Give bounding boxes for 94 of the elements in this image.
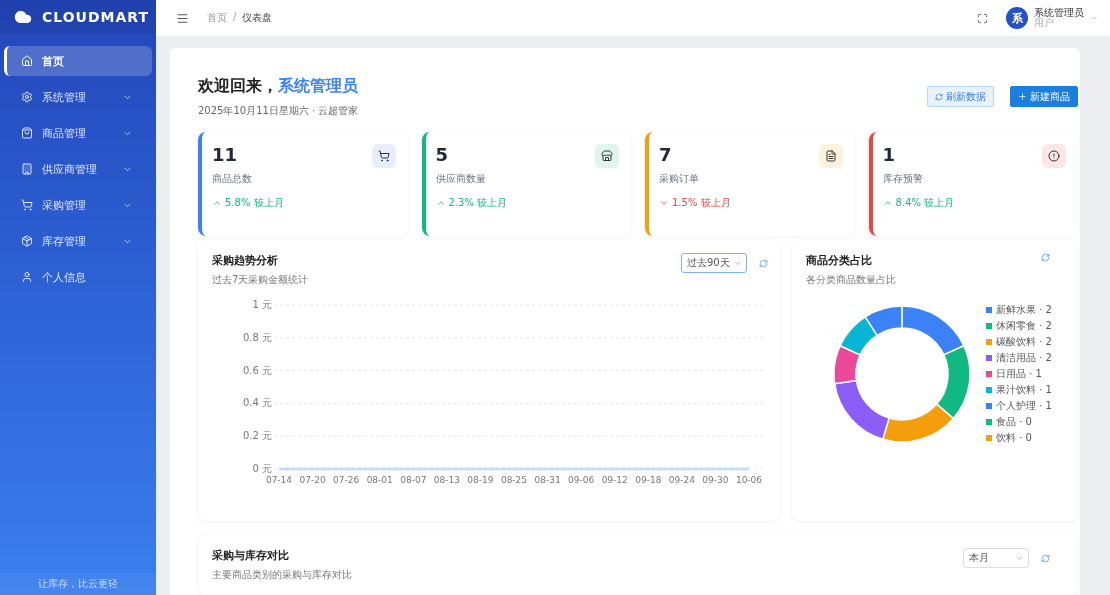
axis-label: 0.2 元 xyxy=(242,430,272,442)
user-avatar[interactable]: 系 xyxy=(1006,7,1028,29)
axis-label: 09-18 xyxy=(635,475,662,485)
axis-label: 0.8 元 xyxy=(242,331,272,343)
trend-text: 8.4% 较上月 xyxy=(895,196,955,210)
cart-icon xyxy=(21,199,33,211)
legend-label: 果汁饮料 · 1 xyxy=(996,383,1052,397)
brand-name: CLOUDMART xyxy=(42,9,150,25)
sidebar-item[interactable]: 采购管理 xyxy=(4,190,152,220)
home-icon xyxy=(21,55,33,67)
sidebar-item[interactable]: 首页 xyxy=(4,46,152,76)
bag-icon xyxy=(21,127,33,139)
chevron-icon[interactable] xyxy=(1090,14,1098,22)
date-text: 2025年10月11日星期六 · 云超管家 xyxy=(198,104,359,118)
axis-label: 08-25 xyxy=(500,475,528,485)
legend-label: 休闲零食 · 2 xyxy=(996,319,1052,333)
legend-label: 食品 · 0 xyxy=(996,415,1032,429)
stat-label: 库存预警 xyxy=(882,172,923,186)
axis-label: 09-12 xyxy=(601,475,628,485)
axis-label: 07-20 xyxy=(299,475,326,485)
card-subtitle: 各分类商品数量占比 xyxy=(806,273,896,287)
refresh-icon[interactable] xyxy=(759,258,768,268)
axis-label: 09-30 xyxy=(702,475,729,485)
legend-label: 日用品 · 1 xyxy=(996,367,1042,381)
menu-icon[interactable] xyxy=(176,11,189,25)
legend-label: 清洁用品 · 2 xyxy=(996,351,1052,365)
plus-icon xyxy=(1018,92,1027,101)
legend-label: 新鲜水果 · 2 xyxy=(996,303,1052,317)
document-icon xyxy=(818,144,843,168)
user-role: 用户 xyxy=(1034,18,1054,29)
breadcrumb-item[interactable]: 仪表盘 xyxy=(242,11,273,25)
range-select[interactable]: 过去90天 xyxy=(681,253,747,273)
stat-label: 供应商数量 xyxy=(435,172,486,186)
axis-label: 10-06 xyxy=(735,475,763,485)
up-chevron-icon xyxy=(435,198,446,208)
axis-label: 09-24 xyxy=(668,475,695,485)
down-chevron-icon xyxy=(659,198,669,208)
sidebar-item[interactable]: 个人信息 xyxy=(4,262,152,292)
trend-text: 2.3% 较上月 xyxy=(448,196,508,210)
card-subtitle: 主要商品类别的采购与库存对比 xyxy=(212,568,352,582)
refresh-button[interactable]: 刷新数据 xyxy=(927,86,994,107)
axis-label: 0 元 xyxy=(252,463,272,474)
sidebar-slogan: 让库存，比云更轻 xyxy=(0,573,156,595)
new-product-button[interactable]: 新建商品 xyxy=(1010,86,1078,107)
axis-label: 0.6 元 xyxy=(242,364,272,376)
stat-value: 7 xyxy=(659,144,672,165)
up-chevron-icon xyxy=(882,198,893,208)
axis-label: 07-14 xyxy=(265,475,293,485)
stat-value: 11 xyxy=(212,144,238,165)
stat-label: 商品总数 xyxy=(212,172,252,186)
card-title: 采购与库存对比 xyxy=(212,548,290,563)
sidebar-item[interactable]: 商品管理 xyxy=(4,118,152,148)
axis-label: 08-31 xyxy=(534,475,561,485)
fullscreen-icon[interactable] xyxy=(977,12,988,24)
axis-label: 09-06 xyxy=(568,475,595,485)
refresh-icon[interactable] xyxy=(1041,553,1050,563)
stat-label: 采购订单 xyxy=(659,172,699,186)
card-subtitle: 过去7天采购金额统计 xyxy=(212,273,309,287)
refresh-icon xyxy=(935,92,943,101)
axis-label: 08-13 xyxy=(433,475,460,485)
axis-label: 1 元 xyxy=(252,299,272,310)
refresh-icon[interactable] xyxy=(1041,253,1050,262)
donut-slice xyxy=(839,316,878,356)
building-icon xyxy=(21,163,33,175)
axis-label: 0.4 元 xyxy=(242,397,272,409)
user-name: 系统管理员 xyxy=(1034,7,1084,18)
stat-value: 5 xyxy=(435,144,449,165)
settings-icon xyxy=(21,91,33,103)
breadcrumb-item[interactable]: 首页 xyxy=(207,11,227,25)
store-icon xyxy=(595,144,619,168)
legend-label: 碳酸饮料 · 2 xyxy=(996,335,1052,349)
axis-label: 08-01 xyxy=(366,475,393,485)
card-title: 商品分类占比 xyxy=(806,253,873,268)
trend-text: 1.5% 较上月 xyxy=(672,196,731,210)
sidebar-item[interactable]: 系统管理 xyxy=(4,82,152,112)
user-icon xyxy=(21,271,33,283)
cart-icon xyxy=(371,144,396,168)
trend-text: 5.8% 较上月 xyxy=(225,196,284,210)
card-title: 采购趋势分析 xyxy=(212,253,279,268)
cloud-logo-icon xyxy=(14,8,32,26)
axis-label: 08-19 xyxy=(467,475,494,485)
axis-label: 08-07 xyxy=(400,475,427,485)
legend-label: 饮料 · 0 xyxy=(996,431,1032,445)
range-select[interactable]: 本月 xyxy=(963,548,1029,568)
up-chevron-icon xyxy=(212,198,222,208)
welcome-title: 欢迎回来，系统管理员 xyxy=(198,76,359,97)
sidebar-item[interactable]: 库存管理 xyxy=(4,226,152,256)
package-icon xyxy=(21,235,33,247)
stat-value: 1 xyxy=(882,144,896,165)
sidebar-item[interactable]: 供应商管理 xyxy=(4,154,152,184)
axis-label: 07-26 xyxy=(333,475,360,485)
legend-label: 个人护理 · 1 xyxy=(996,399,1052,413)
breadcrumb-separator: / xyxy=(233,11,237,24)
alert-icon xyxy=(1042,144,1066,168)
